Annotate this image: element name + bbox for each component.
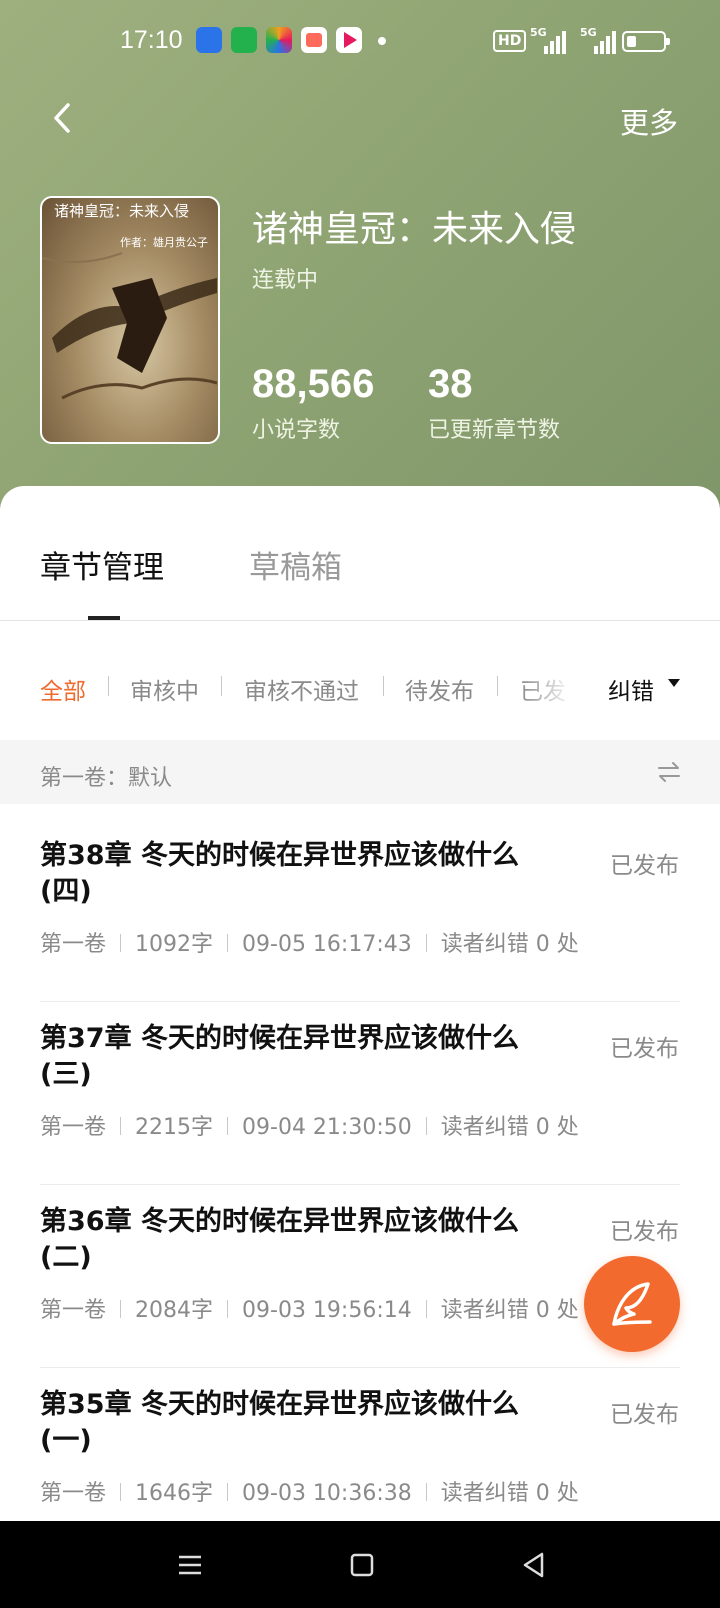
chapter-corrections: 读者纠错 0 处 <box>440 932 579 957</box>
signal-label: 5G <box>580 26 597 39</box>
battery-icon <box>622 31 670 52</box>
chapter-time: 09-03 10:36:38 <box>242 1481 412 1506</box>
chapter-meta: 第一卷 2215字 09-04 21:30:50 读者纠错 0 处 <box>40 1109 593 1141</box>
swap-order-icon[interactable] <box>656 760 682 784</box>
chapter-time: 09-03 19:56:14 <box>242 1298 412 1323</box>
chapter-words: 1092字 <box>135 932 214 957</box>
sort-dropdown[interactable]: 纠错 <box>608 672 654 706</box>
chapter-time: 09-05 16:17:43 <box>242 932 412 957</box>
filter-divider <box>221 676 222 696</box>
chapter-meta: 第一卷 2084字 09-03 19:56:14 读者纠错 0 处 <box>40 1292 593 1324</box>
chapters-count: 38 <box>428 362 473 406</box>
chapter-corrections: 读者纠错 0 处 <box>440 1115 579 1140</box>
chapter-title: 第38章 冬天的时候在异世界应该做什么(四) <box>40 840 519 907</box>
filter-divider <box>383 676 384 696</box>
chapter-volume: 第一卷 <box>40 1481 107 1506</box>
signal-label: 5G <box>530 26 547 39</box>
book-status: 连载中 <box>252 268 319 293</box>
chapters-count-label: 已更新章节数 <box>428 418 561 443</box>
book-title: 诸神皇冠：未来入侵 <box>252 209 577 250</box>
filter-divider <box>497 676 498 696</box>
chapter-corrections: 读者纠错 0 处 <box>440 1298 579 1323</box>
signal-icon: 5G <box>530 26 566 56</box>
filter-pending[interactable]: 待发布 <box>405 672 474 706</box>
chapter-volume: 第一卷 <box>40 932 107 957</box>
more-notifications-dot <box>378 37 386 45</box>
quill-icon <box>612 1282 652 1326</box>
chapter-meta: 第一卷 1092字 09-05 16:17:43 读者纠错 0 处 <box>40 926 593 958</box>
cover-author: 作者：雄月贵公子 <box>120 236 208 249</box>
chapter-title: 第37章 冬天的时候在异世界应该做什么(三) <box>40 1023 519 1090</box>
back-nav-icon[interactable] <box>516 1547 552 1583</box>
row-divider <box>40 1001 680 1002</box>
filter-divider <box>108 676 109 696</box>
system-nav-bar <box>0 1521 720 1608</box>
chevron-left-icon <box>54 103 70 133</box>
signal-icon: 5G <box>580 26 616 56</box>
book-cover[interactable]: 诸神皇冠：未来入侵 作者：雄月贵公子 <box>40 196 220 444</box>
chapter-status: 已发布 <box>610 1036 679 1062</box>
more-button[interactable]: 更多 <box>620 100 678 142</box>
chapter-status: 已发布 <box>610 1219 679 1245</box>
chapter-status: 已发布 <box>610 853 679 879</box>
menu-icon[interactable] <box>172 1547 208 1583</box>
notification-app-icon <box>266 27 292 53</box>
status-bar: 17:10 HD 5G 5G <box>0 0 720 86</box>
caret-down-icon[interactable] <box>668 679 680 687</box>
chapter-words: 1646字 <box>135 1481 214 1506</box>
row-divider <box>40 1367 680 1368</box>
word-count: 88,566 <box>252 362 375 406</box>
notification-app-icon <box>231 27 257 53</box>
back-button[interactable] <box>40 96 84 140</box>
tabs-divider <box>0 620 720 621</box>
filter-fade <box>520 662 580 710</box>
chapter-words: 2084字 <box>135 1298 214 1323</box>
filter-reviewing[interactable]: 审核中 <box>130 672 199 706</box>
chapter-meta: 第一卷 1646字 09-03 10:36:38 读者纠错 0 处 <box>40 1475 593 1507</box>
chapter-item[interactable]: 第38章 冬天的时候在异世界应该做什么(四) 已发布 第一卷 1092字 09-05… <box>0 838 720 1021</box>
write-chapter-button[interactable] <box>584 1256 680 1352</box>
chapter-status: 已发布 <box>610 1402 679 1428</box>
row-divider <box>40 1184 680 1185</box>
volume-label: 第一卷：默认 <box>40 766 173 791</box>
notification-app-icon <box>336 27 362 53</box>
chapter-volume: 第一卷 <box>40 1298 107 1323</box>
cover-title: 诸神皇冠：未来入侵 <box>54 202 190 220</box>
chapter-item[interactable]: 第37章 冬天的时候在异世界应该做什么(三) 已发布 第一卷 2215字 09-04… <box>0 1021 720 1204</box>
status-time: 17:10 <box>120 26 183 54</box>
home-icon[interactable] <box>344 1547 380 1583</box>
chapter-words: 2215字 <box>135 1115 214 1140</box>
chapter-title: 第36章 冬天的时候在异世界应该做什么(二) <box>40 1206 519 1273</box>
filter-all[interactable]: 全部 <box>40 672 86 706</box>
tab-chapter-management[interactable]: 章节管理 <box>40 542 164 587</box>
notification-app-icon <box>196 27 222 53</box>
filter-rejected[interactable]: 审核不通过 <box>244 672 359 706</box>
chapter-volume: 第一卷 <box>40 1115 107 1140</box>
chapter-corrections: 读者纠错 0 处 <box>440 1481 579 1506</box>
tab-drafts[interactable]: 草稿箱 <box>249 542 342 587</box>
chapter-title: 第35章 冬天的时候在异世界应该做什么(一) <box>40 1389 519 1456</box>
chapter-time: 09-04 21:30:50 <box>242 1115 412 1140</box>
hd-badge: HD <box>493 30 527 52</box>
word-count-label: 小说字数 <box>252 418 341 443</box>
notification-app-icon <box>301 27 327 53</box>
